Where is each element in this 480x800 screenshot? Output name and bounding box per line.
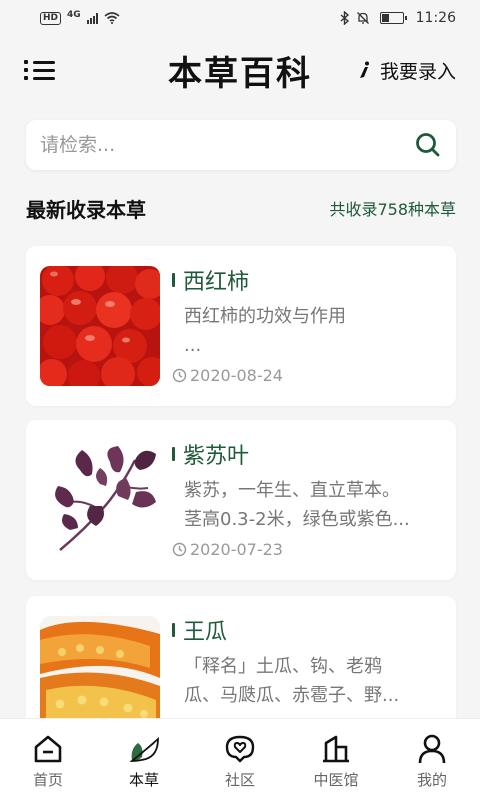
header: 本草百科 我要录入: [0, 40, 480, 100]
nav-home[interactable]: 首页: [8, 733, 88, 790]
menu-icon[interactable]: [24, 56, 56, 84]
name-marker: [172, 273, 175, 287]
status-bar: HD 4G 11:26: [0, 0, 480, 36]
hd-badge: HD: [40, 11, 62, 25]
herb-date: 2020-08-24: [190, 366, 283, 385]
nav-profile[interactable]: 我的: [392, 733, 472, 790]
section-header: 最新收录本草 共收录758种本草: [26, 192, 456, 224]
wifi-icon: [104, 12, 120, 24]
herb-name-row: 王瓜: [172, 614, 227, 646]
name-marker: [172, 447, 175, 461]
herb-description: 西红柿的功效与作用 ...: [184, 302, 442, 360]
status-time: 11:26: [415, 10, 456, 26]
herb-description: 「释名」土瓜、钩、老鸦 瓜、马瓞瓜、赤雹子、野...: [184, 652, 442, 710]
herb-description-line: ...: [184, 335, 202, 356]
clock-icon: [172, 542, 187, 557]
perilla-image: [40, 440, 160, 560]
tomato-image: [40, 266, 160, 386]
search-icon[interactable]: [414, 131, 442, 159]
herb-description-line: 茎高0.3-2米，绿色或紫色...: [184, 509, 410, 530]
herb-description: 紫苏，一年生、直立草本。 茎高0.3-2米，绿色或紫色...: [184, 476, 442, 534]
home-icon: [34, 735, 62, 763]
status-right: 11:26: [340, 10, 456, 26]
nav-label: 首页: [32, 771, 63, 789]
battery-icon: [379, 12, 407, 24]
herb-description-line: 紫苏，一年生、直立草本。: [184, 480, 400, 501]
nav-label: 本草: [128, 771, 159, 789]
search-box: [26, 120, 456, 170]
nav-label: 社区: [224, 771, 255, 789]
community-icon: [225, 735, 255, 763]
herb-description-line: 瓜、马瓞瓜、赤雹子、野...: [184, 685, 400, 706]
battery-fill: [381, 14, 390, 22]
add-entry-button[interactable]: 我要录入: [356, 57, 456, 84]
profile-icon: [418, 734, 446, 764]
herb-description-line: 西红柿的功效与作用: [184, 306, 346, 327]
herb-date-row: 2020-07-23: [172, 540, 283, 559]
bluetooth-icon: [340, 11, 349, 25]
nav-community[interactable]: 社区: [200, 733, 280, 790]
herb-name: 西红柿: [183, 270, 250, 295]
section-title: 最新收录本草: [26, 197, 146, 222]
add-entry-label: 我要录入: [379, 60, 456, 83]
herb-name-row: 紫苏叶: [172, 438, 249, 470]
herb-count-link[interactable]: 共收录758种本草: [329, 196, 456, 220]
search-input[interactable]: [40, 134, 414, 156]
hall-icon: [323, 735, 349, 763]
herb-name: 王瓜: [183, 620, 228, 645]
nav-clinic[interactable]: 中医馆: [296, 733, 376, 790]
herb-card[interactable]: 紫苏叶 紫苏，一年生、直立草本。 茎高0.3-2米，绿色或紫色... 2020-…: [26, 420, 456, 580]
name-marker: [172, 623, 175, 637]
signal-icon: [86, 12, 98, 24]
herb-name: 紫苏叶: [183, 444, 250, 469]
pen-icon: [359, 61, 369, 78]
bottom-nav: 首页 本草 社区 中医馆 我的: [0, 718, 480, 800]
herb-date-row: 2020-08-24: [172, 366, 283, 385]
nav-herbs[interactable]: 本草: [104, 733, 184, 790]
herb-name-row: 西红柿: [172, 264, 249, 296]
herb-card[interactable]: 西红柿 西红柿的功效与作用 ... 2020-08-24: [26, 246, 456, 406]
clock-icon: [172, 368, 187, 383]
status-left: HD 4G: [40, 10, 120, 25]
nav-label: 我的: [416, 771, 447, 789]
leaf-icon: [129, 737, 159, 762]
herb-description-line: 「释名」土瓜、钩、老鸦: [184, 656, 382, 677]
mute-bell-icon: [356, 12, 369, 24]
herb-date: 2020-07-23: [190, 540, 283, 559]
nav-label: 中医馆: [313, 771, 359, 789]
network-type: 4G: [67, 10, 81, 20]
